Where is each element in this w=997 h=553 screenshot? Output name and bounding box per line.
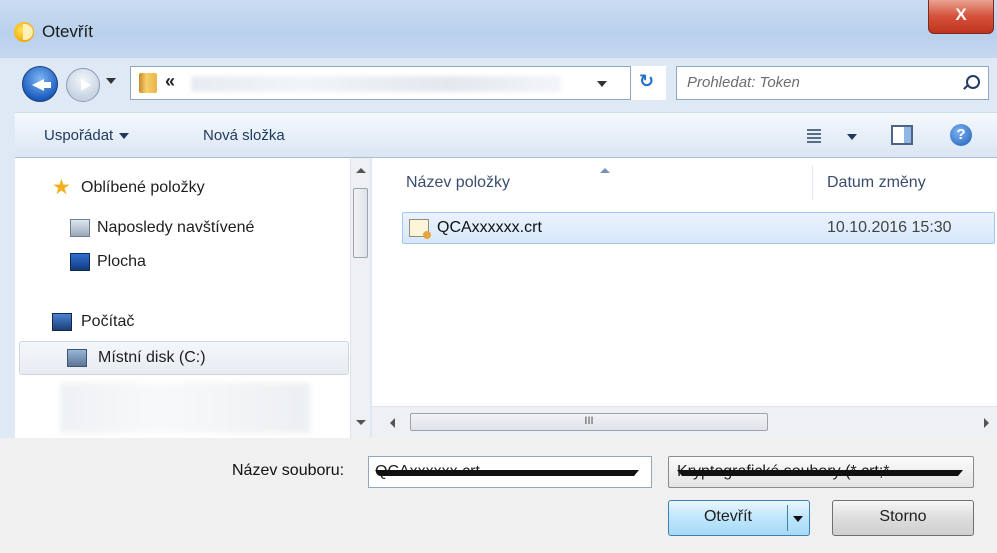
nav-item-favorites[interactable]: ★ Oblíbené položky: [15, 174, 345, 204]
file-row[interactable]: QCAxxxxxx.crt 10.10.2016 15:30: [402, 212, 995, 244]
scroll-left-icon[interactable]: [390, 418, 395, 428]
computer-icon: [52, 313, 72, 331]
star-icon: ★: [52, 176, 71, 199]
scroll-up-icon[interactable]: [356, 168, 366, 173]
filename-field[interactable]: QCAxxxxxx.crt: [368, 456, 652, 488]
address-bar[interactable]: «: [130, 66, 666, 100]
cancel-button[interactable]: Storno: [832, 500, 974, 536]
scroll-thumb[interactable]: [353, 188, 368, 258]
nav-label-computer: Počítač: [81, 313, 135, 330]
nav-item-desktop[interactable]: Plocha: [15, 248, 345, 278]
new-folder-button[interactable]: Nová složka: [203, 127, 285, 144]
open-dialog: Otevřít X « ↻ Prohledat: Token Uspořádat…: [0, 0, 997, 553]
back-button[interactable]: [22, 66, 58, 102]
address-dropdown-icon[interactable]: [597, 81, 607, 87]
filetype-dropdown-icon[interactable]: [677, 470, 963, 476]
column-header-name[interactable]: Název položky: [406, 174, 510, 192]
scroll-right-icon[interactable]: [984, 418, 989, 428]
refresh-button[interactable]: ↻: [630, 66, 666, 100]
split-divider: [787, 505, 788, 531]
column-divider[interactable]: [812, 166, 813, 200]
window-title: Otevřít: [42, 22, 94, 41]
desktop-icon: [70, 253, 90, 271]
filename-dropdown-icon[interactable]: [375, 470, 639, 476]
local-disk-icon: [67, 349, 87, 367]
preview-pane-icon[interactable]: [891, 125, 913, 145]
search-placeholder: Prohledat: Token: [687, 74, 800, 91]
file-horizontal-scrollbar[interactable]: III: [372, 406, 997, 438]
file-date: 10.10.2016 15:30: [827, 219, 952, 236]
nav-item-computer[interactable]: Počítač: [15, 308, 345, 338]
organize-label: Uspořádat: [44, 127, 114, 144]
blurred-nav-items: [60, 383, 310, 433]
hscroll-thumb[interactable]: III: [410, 413, 768, 431]
help-icon[interactable]: ?: [950, 124, 972, 146]
filetype-select[interactable]: Kryptografické soubory (*.crt;*.: [668, 456, 974, 488]
search-icon[interactable]: [966, 75, 980, 89]
view-dropdown-icon[interactable]: [847, 134, 857, 140]
organize-button[interactable]: Uspořádat: [44, 127, 130, 144]
title-bar[interactable]: Otevřít X: [0, 0, 997, 58]
folder-icon: [139, 73, 157, 93]
refresh-icon: ↻: [639, 71, 655, 91]
filename-label: Název souboru:: [232, 462, 345, 479]
nav-vertical-scrollbar[interactable]: [350, 158, 370, 438]
view-options-icon[interactable]: [807, 127, 825, 143]
certificate-file-icon: [409, 219, 431, 239]
chevron-down-icon: [119, 133, 130, 140]
search-input[interactable]: Prohledat: Token: [676, 66, 989, 100]
open-label: Otevřít: [703, 508, 752, 525]
blurred-path: [191, 76, 561, 92]
sort-ascending-icon: [600, 168, 610, 173]
close-button[interactable]: X: [928, 0, 994, 34]
nav-label-desktop: Plocha: [97, 253, 146, 270]
nav-label-favorites: Oblíbené položky: [81, 179, 205, 196]
nav-item-local-disk[interactable]: Místní disk (C:): [19, 341, 349, 375]
breadcrumb-overflow[interactable]: «: [165, 71, 175, 92]
nav-item-recent[interactable]: Naposledy navštívené: [15, 214, 345, 244]
app-icon: [14, 22, 34, 42]
forward-button[interactable]: [66, 68, 100, 102]
recent-locations-dropdown-icon[interactable]: [106, 78, 116, 84]
column-header-date[interactable]: Datum změny: [827, 174, 926, 192]
file-name: QCAxxxxxx.crt: [437, 219, 542, 236]
recent-places-icon: [70, 219, 90, 237]
open-options-dropdown-icon[interactable]: [793, 516, 803, 522]
command-bar: Uspořádat Nová složka ?: [15, 112, 997, 158]
file-list: Název položky Datum změny QCAxxxxxx.crt …: [372, 158, 997, 438]
nav-label-local-disk: Místní disk (C:): [98, 349, 206, 366]
scroll-down-icon[interactable]: [356, 420, 366, 425]
navigation-pane: ★ Oblíbené položky Naposledy navštívené …: [15, 158, 350, 438]
open-button[interactable]: Otevřít: [668, 500, 810, 536]
dialog-footer: Název souboru: QCAxxxxxx.crt Kryptografi…: [0, 438, 997, 553]
nav-label-recent: Naposledy navštívené: [97, 219, 255, 236]
